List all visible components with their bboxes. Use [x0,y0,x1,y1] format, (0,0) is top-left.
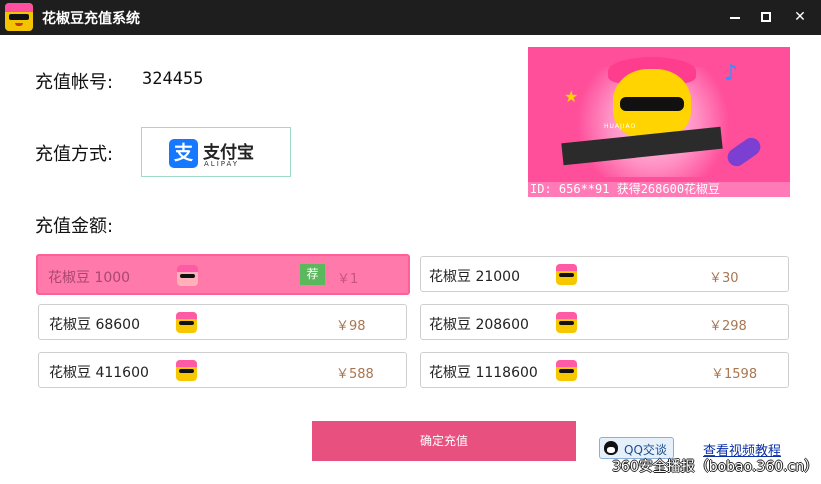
amount-option-21000[interactable]: 花椒豆 21000 ￥30 [420,256,789,292]
maximize-icon [761,12,771,22]
option-price: ￥588 [336,367,374,382]
amount-label: 充值金额: [35,216,114,237]
huajiao-bean-icon [556,264,577,285]
option-name: 花椒豆 1118600 [429,365,538,381]
minimize-icon [730,17,740,19]
huajiao-bean-icon [177,265,198,286]
window-title: 花椒豆充值系统 [42,11,140,27]
account-value: 324455 [142,69,204,89]
qq-penguin-icon [604,441,618,455]
winner-ticker: ID: 656**91 获得268600花椒豆 [528,182,790,197]
option-name: 花椒豆 68600 [49,317,140,333]
payment-method-label: 充值方式: [35,144,114,165]
music-note-icon: ♪ [724,61,739,86]
option-name: 花椒豆 1000 [48,270,131,286]
option-name: 花椒豆 411600 [49,365,149,381]
huajiao-bean-icon [176,360,197,381]
option-price: ￥298 [709,319,747,334]
maximize-button[interactable] [757,8,775,26]
amount-option-1000[interactable]: 花椒豆 1000 荐 ￥1 [36,254,410,295]
amount-option-1118600[interactable]: 花椒豆 1118600 ￥1598 [420,352,789,388]
close-icon: ✕ [794,9,806,25]
option-name: 花椒豆 21000 [429,269,520,285]
amount-option-411600[interactable]: 花椒豆 411600 ￥588 [38,352,407,388]
option-price: ￥1 [337,272,359,287]
alipay-icon: 支 [169,139,198,168]
alipay-payment-option[interactable]: 支 支付宝 ALIPAY [141,127,291,177]
alipay-name-en: ALIPAY [204,160,240,168]
watermark: 360安全播报（bobao.360.cn） [612,459,819,475]
option-price: ￥30 [709,271,739,286]
title-bar[interactable]: 花椒豆充值系统 ✕ [0,0,821,35]
huajiao-bean-icon [556,360,577,381]
recommend-badge: 荐 [300,264,325,285]
option-name: 花椒豆 208600 [429,317,529,333]
amount-option-208600[interactable]: 花椒豆 208600 ￥298 [420,304,789,340]
huajiao-bean-icon [176,312,197,333]
winner-ticker-text: ID: 656**91 获得268600花椒豆 [530,182,721,196]
huajiao-bean-icon [556,312,577,333]
minimize-button[interactable] [726,8,744,26]
promo-banner[interactable]: HUAJIAO ♪ ★ [528,47,790,197]
star-icon: ★ [564,87,579,106]
confirm-recharge-button[interactable]: 确定充值 [312,421,576,461]
huajiao-mascot-icon [5,3,33,31]
option-price: ￥1598 [711,367,758,382]
amount-option-68600[interactable]: 花椒豆 68600 ￥98 [38,304,407,340]
banner-band-text: HUAJIAO [604,123,637,130]
option-price: ￥98 [336,319,366,334]
account-label: 充值帐号: [35,72,114,93]
close-button[interactable]: ✕ [791,8,809,26]
